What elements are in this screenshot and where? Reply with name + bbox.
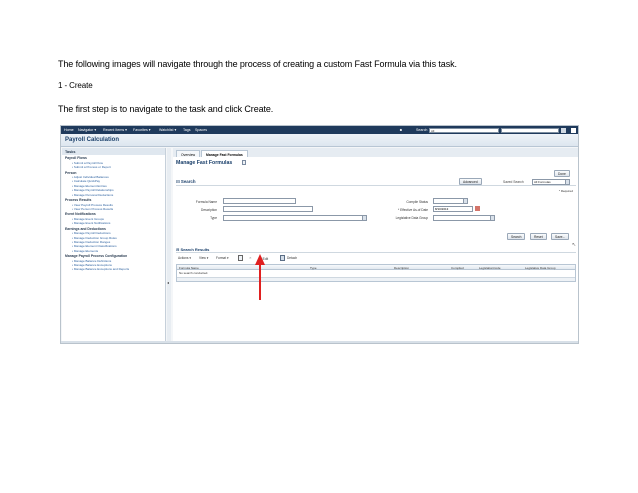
global-search-input[interactable] (501, 127, 559, 133)
user-icon[interactable]: ☻ (399, 128, 403, 132)
type-select[interactable] (223, 215, 367, 221)
main-content: Overview Manage Fast Formulas Manage Fas… (173, 148, 578, 343)
results-table: Formula Name Type Description Compiled L… (176, 264, 576, 282)
compile-status-select[interactable] (433, 198, 468, 204)
tasks-panel: Tasks Payroll Flows • Submit a Payroll Fl… (62, 148, 166, 343)
recent-items-menu[interactable]: Recent Items ▾ (103, 128, 127, 132)
results-table-header: Formula Name Type Description Compiled L… (177, 265, 575, 270)
app-title: Payroll Calculation (65, 137, 120, 143)
home-link[interactable]: Home (64, 128, 74, 132)
format-menu[interactable]: Format ▾ (216, 256, 229, 260)
step-heading: 1 - Create (58, 81, 93, 90)
save-button[interactable]: Save... (551, 233, 570, 240)
search-section-title: ⊟ Search (176, 179, 196, 184)
search-scope-select[interactable]: All (429, 127, 499, 133)
results-section-header: ⊟ Search Results (176, 246, 576, 253)
column-legislation-code[interactable]: LegislationCode (479, 266, 501, 270)
done-button[interactable]: Done (554, 170, 570, 177)
window-bottom-edge (61, 341, 578, 343)
tags-link[interactable]: Tags (183, 128, 191, 132)
legislative-group-label: Legislative Data Group (395, 216, 428, 220)
results-section-title: ⊟ Search Results (176, 247, 210, 252)
delete-icon[interactable]: ✕ (249, 256, 252, 260)
detach-icon[interactable] (280, 255, 285, 261)
search-button[interactable]: Search (507, 233, 526, 240)
red-arrow-shaft (259, 264, 261, 300)
collapse-arrow-icon[interactable]: ◂ (167, 280, 169, 285)
description-input[interactable] (223, 206, 313, 212)
column-formula-name[interactable]: Formula Name (179, 266, 199, 270)
advanced-button[interactable]: Advanced (459, 178, 482, 185)
effective-date-label: * Effective As-of Date (397, 208, 428, 212)
page-title: Manage Fast Formulas (176, 160, 233, 166)
saved-search-select[interactable]: All Formulas (532, 179, 570, 185)
column-legislative-data-group[interactable]: Legislative Data Group (525, 266, 556, 270)
detach-link[interactable]: Detach (287, 256, 297, 260)
navigator-menu[interactable]: Navigator ▾ (78, 128, 96, 132)
view-menu[interactable]: View ▾ (199, 256, 208, 260)
horizontal-scrollbar[interactable] (177, 277, 575, 281)
task-link[interactable]: • Manage Balance Exceptions and Reports (62, 267, 165, 271)
global-header: Home Navigator ▾ Recent Items ▾ Favorite… (61, 126, 578, 134)
embedded-screenshot: Home Navigator ▾ Recent Items ▾ Favorite… (60, 125, 579, 344)
spaces-link[interactable]: Spaces (195, 128, 207, 132)
actions-menu[interactable]: Actions ▾ (178, 256, 191, 260)
formula-name-input[interactable] (223, 198, 296, 204)
required-note: * Required (558, 189, 573, 193)
tasks-header: Tasks (62, 148, 165, 155)
tab-bar: Overview Manage Fast Formulas (173, 148, 578, 157)
tab-manage-fast-formulas[interactable]: Manage Fast Formulas (201, 150, 248, 157)
column-type[interactable]: Type (310, 266, 317, 270)
column-compiled[interactable]: Compiled (451, 266, 464, 270)
column-description[interactable]: Description (394, 266, 409, 270)
tab-overview[interactable]: Overview (176, 150, 201, 157)
empty-results-message: No search conducted. (179, 271, 209, 275)
create-icon[interactable] (238, 255, 243, 261)
calendar-icon[interactable] (475, 206, 480, 211)
results-toolbar: Actions ▾ View ▾ Format ▾ ✕ ✎ Edit Detac… (176, 255, 576, 262)
compile-status-label: Compile Status (406, 200, 428, 204)
app-title-bar: Payroll Calculation (61, 134, 578, 147)
reset-button[interactable]: Reset (530, 233, 547, 240)
intro-paragraph: The following images will navigate throu… (58, 59, 457, 69)
type-label: Type (210, 216, 217, 220)
help-icon[interactable] (571, 127, 576, 133)
effective-date-input[interactable]: 8/10/2013 (433, 206, 473, 212)
description-label: Description (201, 208, 217, 212)
help-page-icon[interactable] (242, 160, 246, 165)
search-go-icon[interactable] (561, 127, 566, 133)
panel-splitter[interactable]: ◂ (167, 148, 171, 343)
legislative-group-select[interactable] (433, 215, 495, 221)
watchlist-menu[interactable]: Watchlist ▾ (159, 128, 176, 132)
search-label: Search (416, 128, 428, 132)
first-step-paragraph: The first step is to navigate to the tas… (58, 104, 274, 114)
saved-search-label: Saved Search (503, 180, 524, 184)
formula-name-label: Formula Name (195, 200, 217, 204)
favorites-menu[interactable]: Favorites ▾ (133, 128, 151, 132)
task-list: Payroll Flows • Submit a Payroll Flow • Su… (62, 155, 165, 272)
